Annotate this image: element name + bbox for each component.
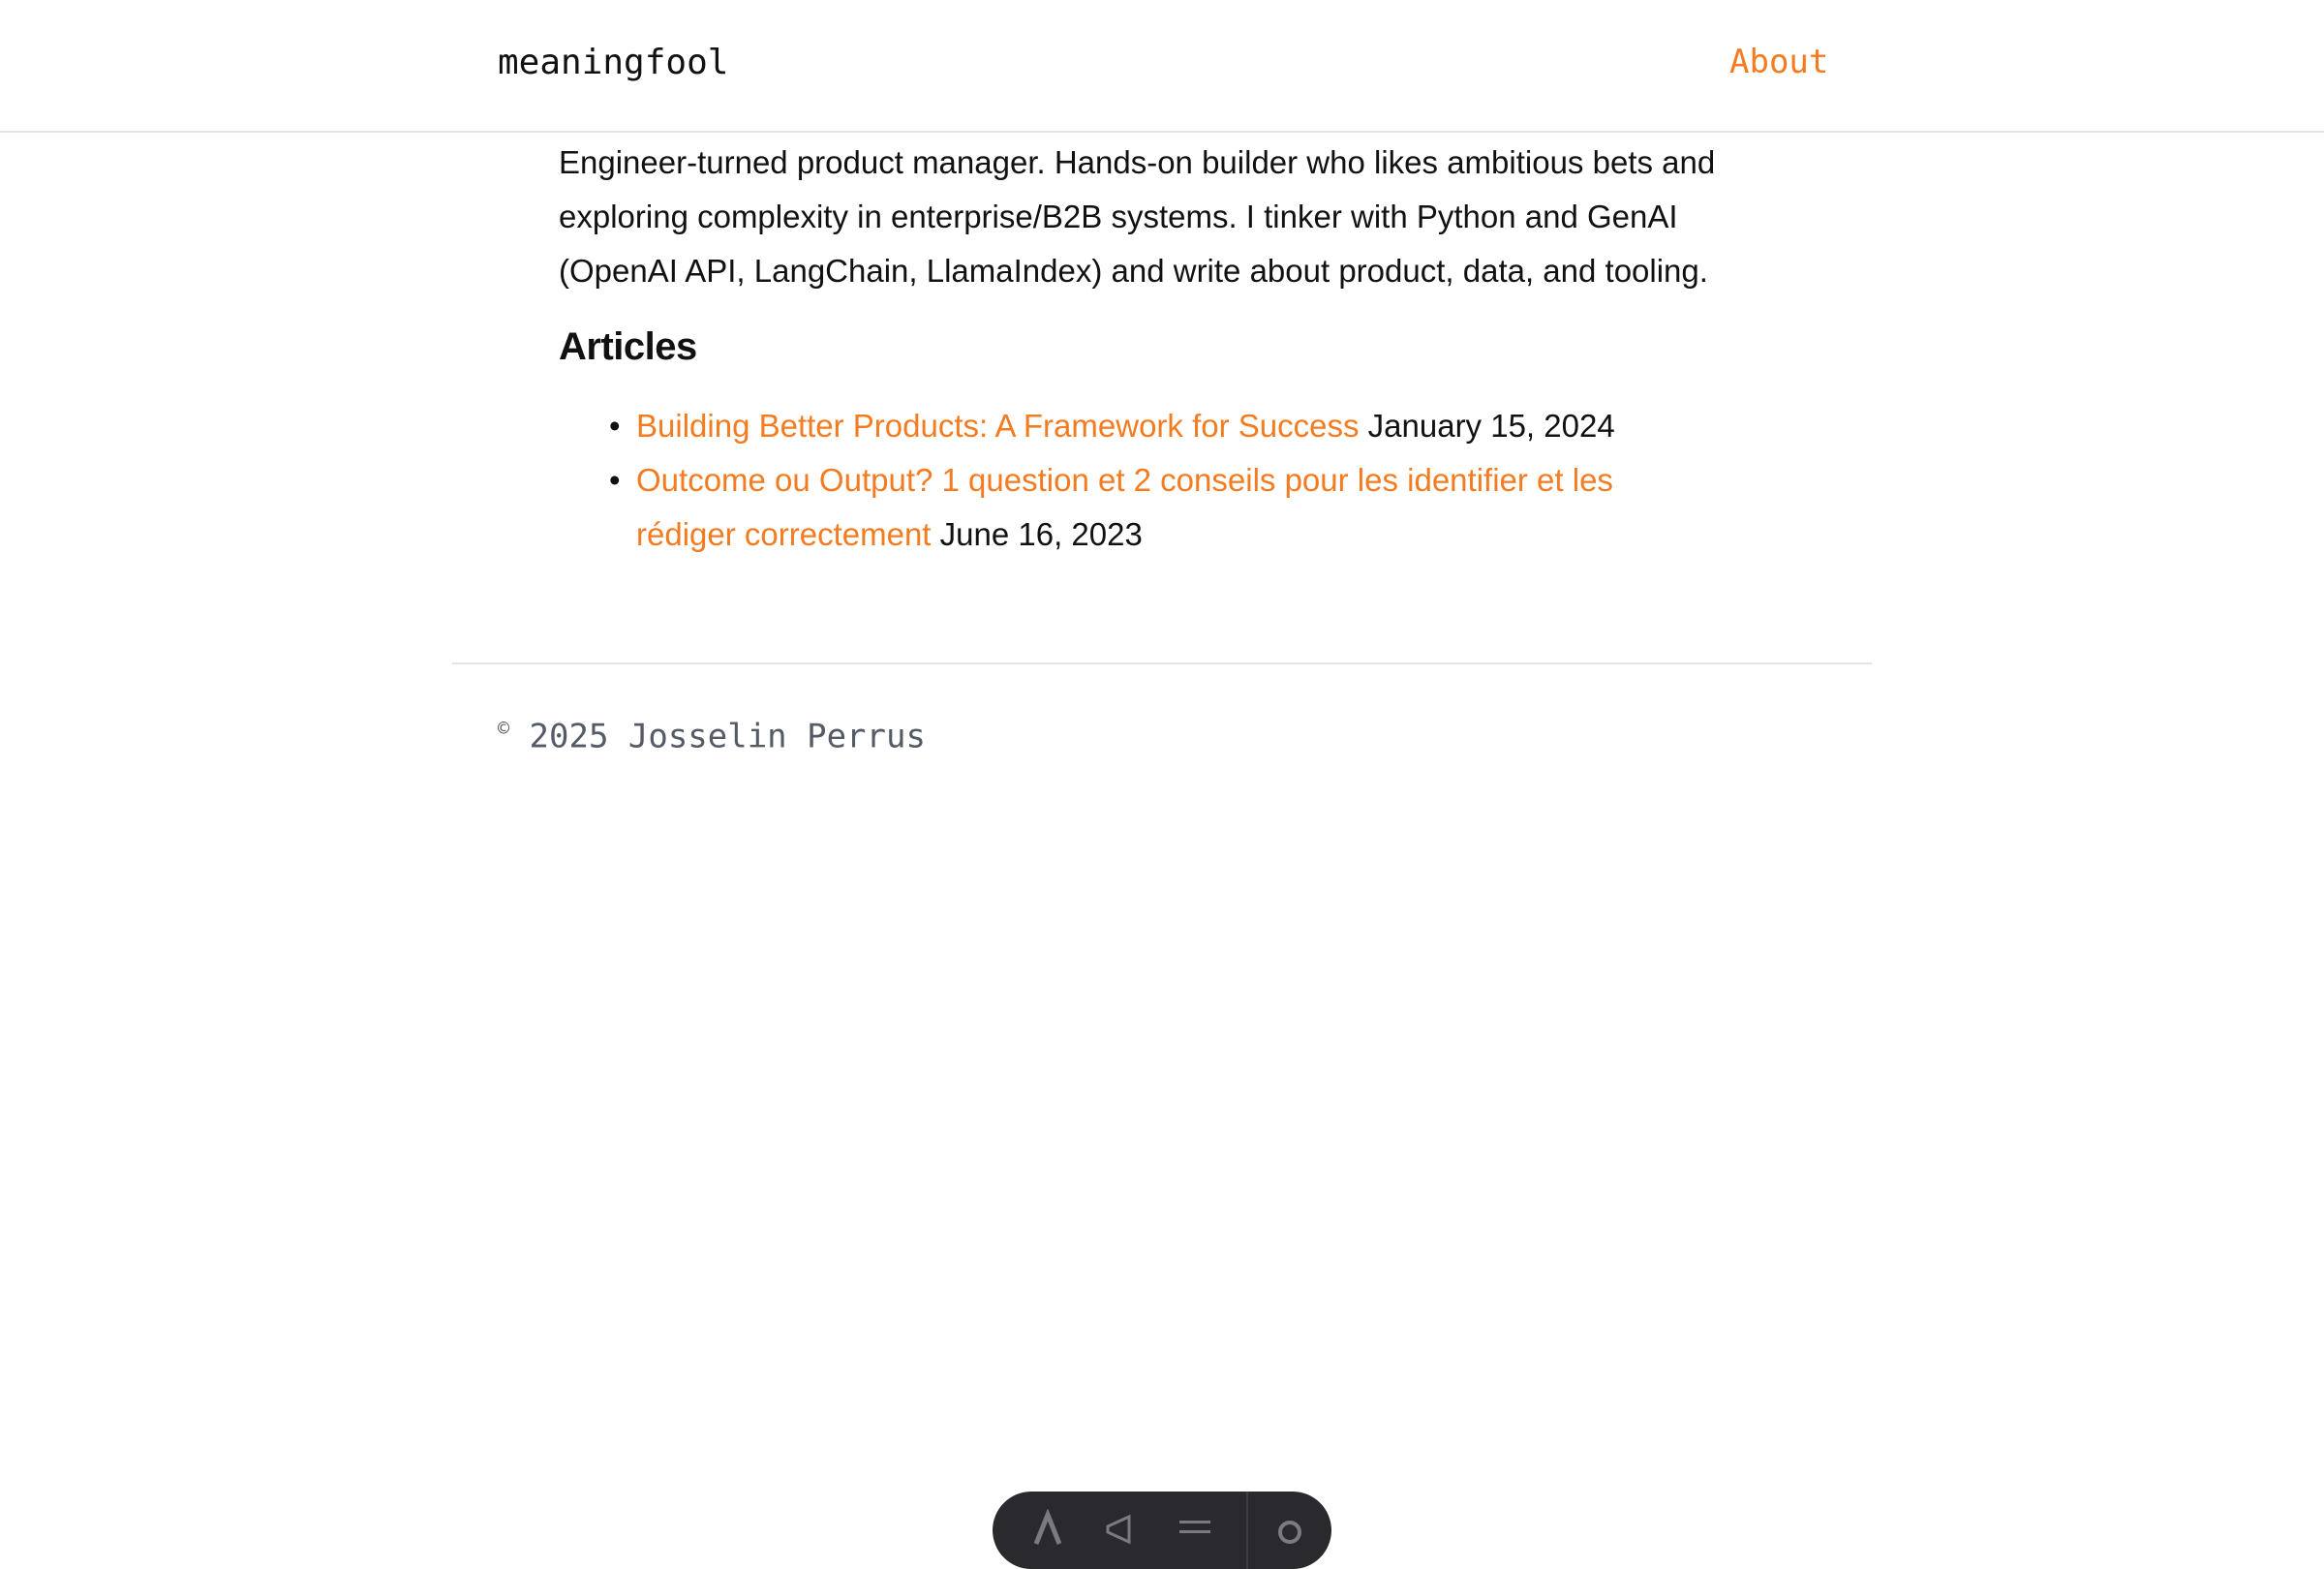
text-size-icon[interactable] <box>1024 1508 1072 1548</box>
main-content: Engineer-turned product manager. Hands-o… <box>559 136 1721 562</box>
article-link[interactable]: Building Better Products: A Framework fo… <box>636 408 1359 444</box>
copyright-text: 2025 Josselin Perrus <box>529 717 926 756</box>
megaphone-icon[interactable] <box>1097 1509 1146 1548</box>
article-list: • Building Better Products: A Framework … <box>559 399 1721 562</box>
copyright-icon: © <box>498 717 510 740</box>
article-list-item: • Outcome ou Output? 1 question et 2 con… <box>609 453 1721 562</box>
bullet-icon: • <box>609 462 621 498</box>
site-header: meaningfool About <box>0 0 2324 133</box>
article-date: June 16, 2023 <box>939 516 1143 552</box>
menu-icon[interactable] <box>1171 1509 1219 1548</box>
gear-icon[interactable] <box>1266 1509 1314 1548</box>
article-list-item: • Building Better Products: A Framework … <box>609 399 1721 453</box>
floating-toolbar <box>993 1492 1331 1569</box>
bullet-icon: • <box>609 408 621 444</box>
articles-heading: Articles <box>559 325 697 368</box>
nav-about-link[interactable]: About <box>1729 43 1828 81</box>
site-footer: © 2025 Josselin Perrus <box>498 717 926 755</box>
site-logo-link[interactable]: meaningfool <box>498 43 728 82</box>
footer-divider <box>452 662 1872 664</box>
article-date: January 15, 2024 <box>1367 408 1615 444</box>
author-bio: Engineer-turned product manager. Hands-o… <box>559 144 1716 289</box>
toolbar-divider <box>1246 1492 1248 1569</box>
